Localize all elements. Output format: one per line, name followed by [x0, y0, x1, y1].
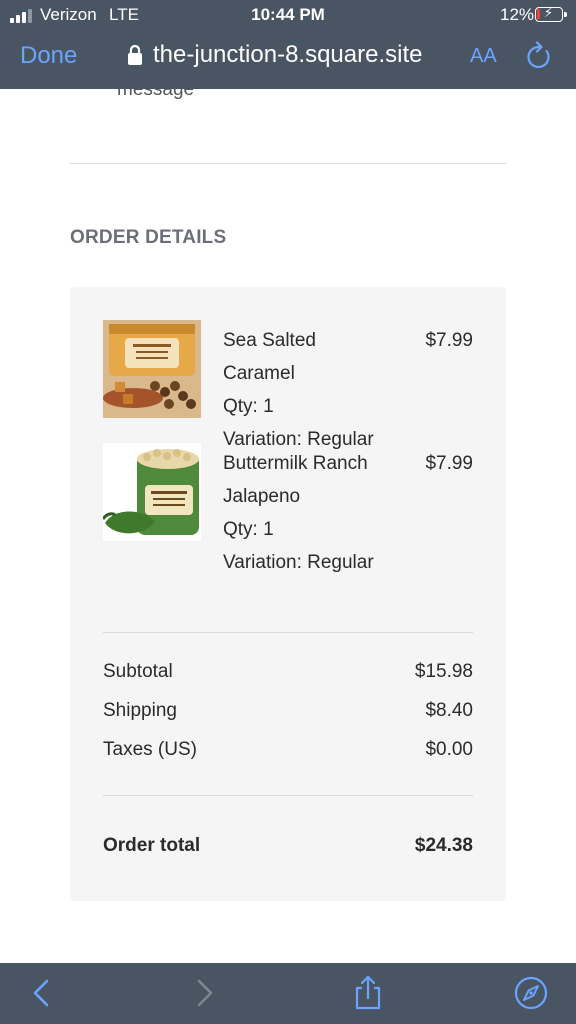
order-item: Buttermilk Ranch Jalapeno Qty: 1 Variati…: [103, 443, 473, 575]
divider: [70, 163, 506, 164]
order-total-value: $24.38: [414, 835, 473, 856]
shipping-value: $8.40: [425, 700, 473, 721]
browser-nav-bar: Done the-junction-8.square.site AA: [0, 30, 576, 89]
order-total-row: Order total $24.38: [103, 835, 473, 857]
status-bar: Verizon LTE 10:44 PM 12% ⚡: [0, 0, 576, 30]
shipping-row: Shipping $8.40: [103, 700, 473, 722]
url-text: the-junction-8.square.site: [153, 41, 423, 68]
text-size-button[interactable]: AA: [470, 45, 497, 68]
battery-percentage: 12%: [500, 5, 535, 24]
subtotal-row: Subtotal $15.98: [103, 661, 473, 683]
item-price: $7.99: [425, 453, 473, 474]
lock-icon: [128, 44, 142, 65]
order-summary-card: Sea Salted Caramel Qty: 1 Variation: Reg…: [70, 287, 506, 901]
taxes-row: Taxes (US) $0.00: [103, 739, 473, 761]
taxes-label: Taxes (US): [103, 739, 197, 760]
message-label-fragment: message: [117, 89, 195, 100]
product-image-buttermilk-ranch-jalapeno: [103, 443, 201, 541]
page-content: message ORDER DETAILS Sea Salted Caramel…: [0, 89, 576, 963]
subtotal-value: $15.98: [414, 661, 473, 682]
battery-icon: ⚡: [535, 5, 567, 22]
product-image-sea-salted-caramel: [103, 320, 201, 418]
item-name: Sea Salted Caramel: [223, 330, 316, 384]
browser-toolbar: [0, 963, 576, 1024]
divider: [103, 795, 473, 796]
item-name-line-2: Jalapeno: [223, 486, 301, 507]
taxes-value: $0.00: [425, 739, 473, 760]
order-total-label: Order total: [103, 835, 201, 856]
subtotal-label: Subtotal: [103, 661, 173, 682]
forward-icon[interactable]: [186, 975, 222, 1011]
item-variation: Variation: Regular: [223, 552, 374, 573]
item-price: $7.99: [425, 330, 473, 351]
order-details-heading: ORDER DETAILS: [70, 227, 227, 248]
divider: [103, 632, 473, 633]
item-qty: Qty: 1: [223, 396, 274, 417]
item-details: Buttermilk Ranch Jalapeno Qty: 1 Variati…: [223, 447, 393, 579]
compass-icon[interactable]: [513, 975, 549, 1011]
done-button[interactable]: Done: [20, 42, 77, 70]
shipping-label: Shipping: [103, 700, 177, 721]
item-name-line-1: Buttermilk Ranch: [223, 453, 368, 474]
back-icon[interactable]: [24, 975, 60, 1011]
status-time: 10:44 PM: [251, 5, 325, 24]
share-icon[interactable]: [350, 975, 386, 1011]
item-qty: Qty: 1: [223, 519, 274, 540]
item-details: Sea Salted Caramel Qty: 1 Variation: Reg…: [223, 324, 393, 456]
order-item: Sea Salted Caramel Qty: 1 Variation: Reg…: [103, 320, 473, 450]
browser-chrome: Verizon LTE 10:44 PM 12% ⚡ Done the-junc…: [0, 0, 576, 89]
reload-icon[interactable]: [526, 41, 552, 71]
address-bar[interactable]: the-junction-8.square.site: [127, 41, 422, 69]
